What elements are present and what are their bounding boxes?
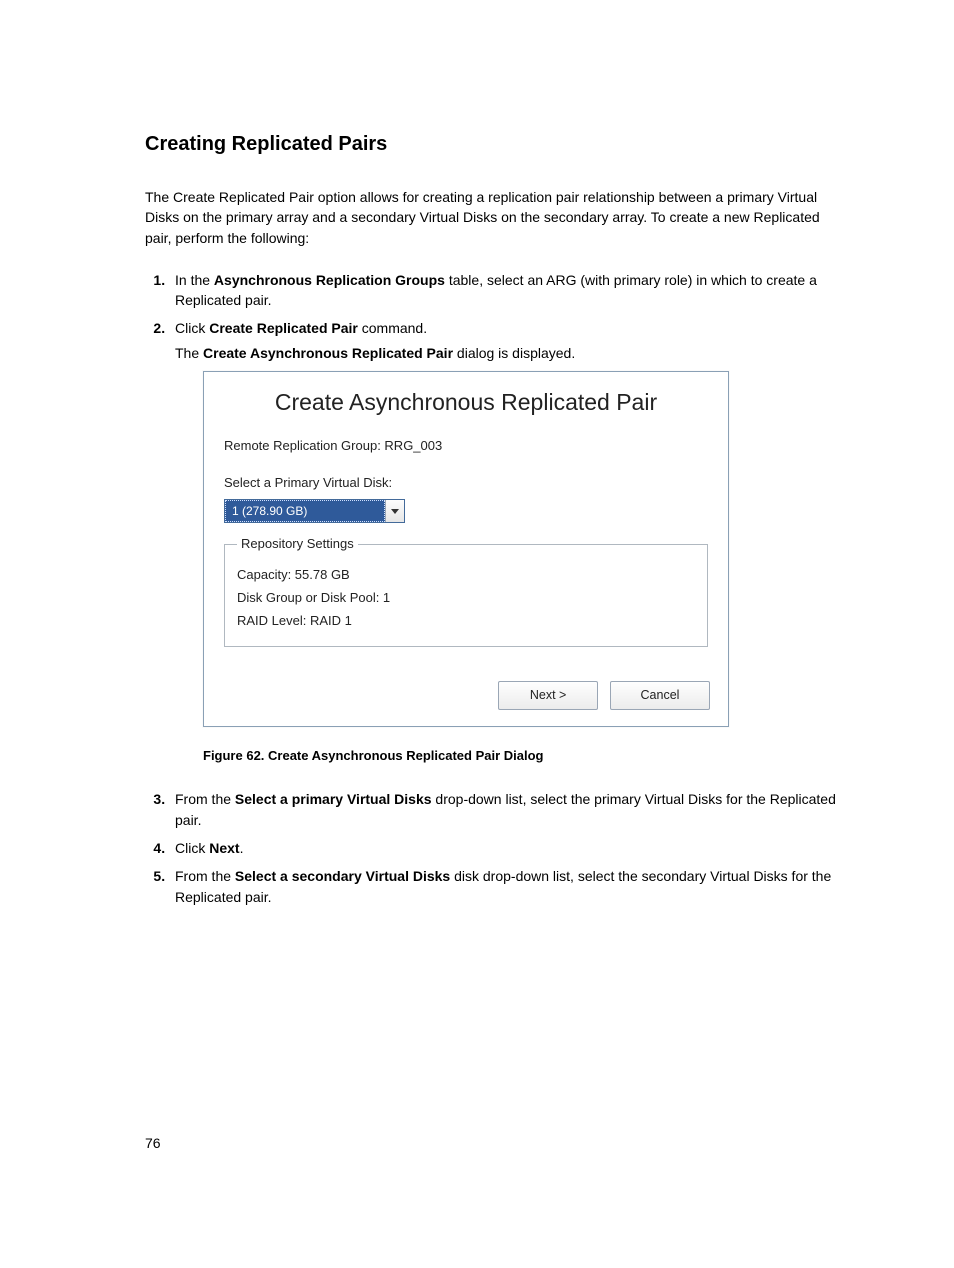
step-3-text-pre: From the <box>175 791 235 807</box>
step-1: In the Asynchronous Replication Groups t… <box>169 270 839 311</box>
raid-level-value: RAID Level: RAID 1 <box>237 612 695 631</box>
dialog-window: Create Asynchronous Replicated Pair Remo… <box>203 371 729 727</box>
step-1-bold: Asynchronous Replication Groups <box>214 272 445 288</box>
step-4: Click Next. <box>169 838 839 858</box>
disk-group-value: Disk Group or Disk Pool: 1 <box>237 589 695 608</box>
step-4-bold: Next <box>209 840 239 856</box>
step-2-sub-bold: Create Asynchronous Replicated Pair <box>203 345 453 361</box>
next-button[interactable]: Next > <box>498 681 598 709</box>
step-2: Click Create Replicated Pair command. Th… <box>169 318 839 765</box>
repository-settings-legend: Repository Settings <box>237 535 358 554</box>
step-2-text-post: command. <box>358 320 427 336</box>
step-1-text-pre: In the <box>175 272 214 288</box>
step-3-bold: Select a primary Virtual Disks <box>235 791 432 807</box>
capacity-value: Capacity: 55.78 GB <box>237 566 695 585</box>
step-2-bold: Create Replicated Pair <box>209 320 358 336</box>
step-3: From the Select a primary Virtual Disks … <box>169 789 839 830</box>
step-2-sub-post: dialog is displayed. <box>453 345 575 361</box>
cancel-button[interactable]: Cancel <box>610 681 710 709</box>
steps-list: In the Asynchronous Replication Groups t… <box>145 270 839 907</box>
primary-virtual-disk-dropdown[interactable]: 1 (278.90 GB) <box>224 499 405 523</box>
repository-settings-group: Repository Settings Capacity: 55.78 GB D… <box>224 535 708 647</box>
intro-paragraph: The Create Replicated Pair option allows… <box>145 187 839 248</box>
page-number: 76 <box>145 1133 161 1153</box>
dropdown-selected-value: 1 (278.90 GB) <box>225 500 385 522</box>
dialog-title: Create Asynchronous Replicated Pair <box>204 372 728 429</box>
step-2-sub-pre: The <box>175 345 203 361</box>
step-5-text-pre: From the <box>175 868 235 884</box>
chevron-down-icon <box>385 500 404 522</box>
step-5: From the Select a secondary Virtual Disk… <box>169 866 839 907</box>
step-2-subline: The Create Asynchronous Replicated Pair … <box>175 343 839 363</box>
document-page: Creating Replicated Pairs The Create Rep… <box>0 0 954 1268</box>
dialog-button-row: Next > Cancel <box>204 665 728 725</box>
remote-group-label: Remote Replication Group: RRG_003 <box>224 437 708 456</box>
select-primary-label: Select a Primary Virtual Disk: <box>224 474 708 493</box>
step-4-text-post: . <box>240 840 244 856</box>
dialog-body: Remote Replication Group: RRG_003 Select… <box>204 429 728 665</box>
step-5-bold: Select a secondary Virtual Disks <box>235 868 450 884</box>
figure-caption: Figure 62. Create Asynchronous Replicate… <box>203 747 839 766</box>
section-heading: Creating Replicated Pairs <box>145 130 839 159</box>
step-2-text-pre: Click <box>175 320 209 336</box>
step-4-text-pre: Click <box>175 840 209 856</box>
